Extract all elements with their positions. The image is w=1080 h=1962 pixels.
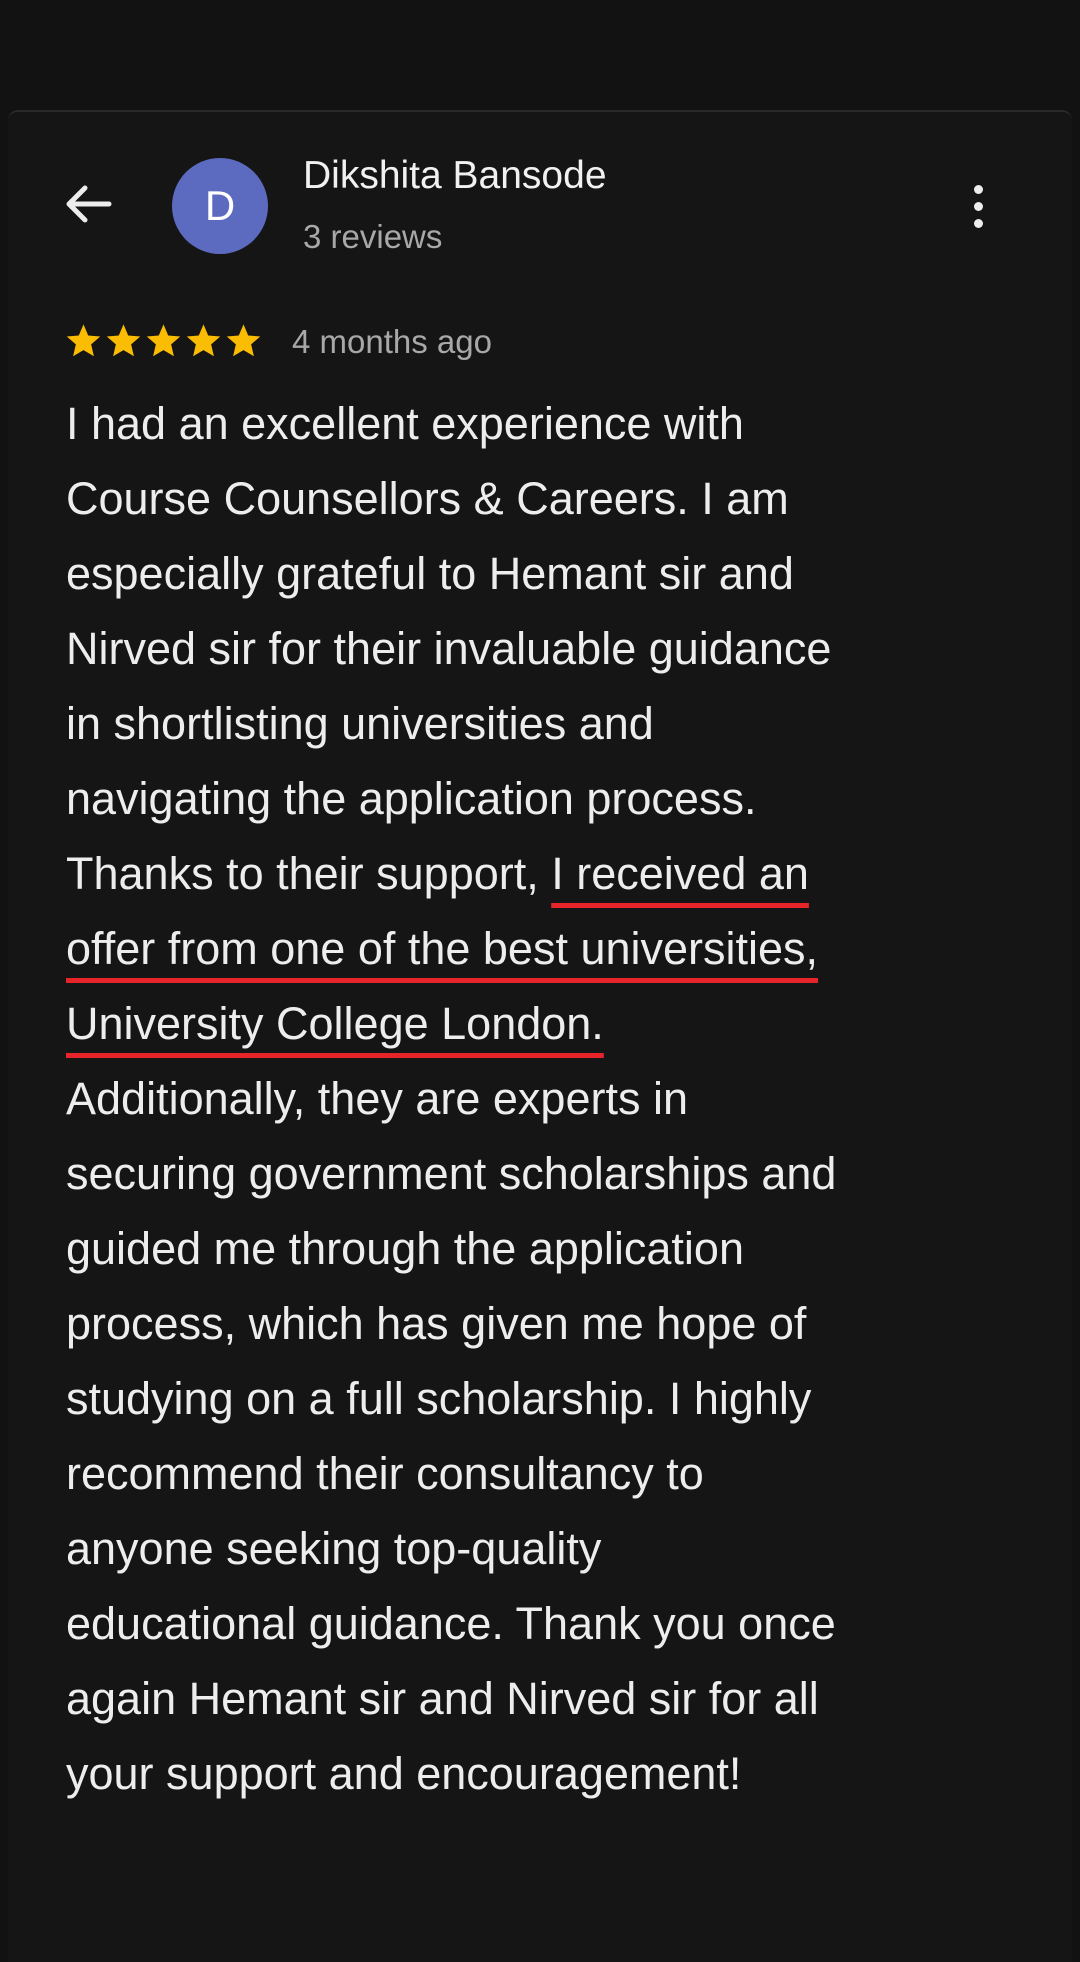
review-text-segment: Thanks to their support, — [66, 848, 552, 899]
review-line: process, which has given me hope of — [66, 1298, 807, 1349]
more-options-button[interactable] — [948, 176, 1008, 236]
review-line: your support and encouragement! — [66, 1748, 742, 1799]
review-line: educational guidance. Thank you once — [66, 1598, 836, 1649]
review-line: navigating the application process. — [66, 773, 757, 824]
review-line: recommend their consultancy to — [66, 1448, 704, 1499]
review-time: 4 months ago — [292, 323, 492, 360]
review-line: I had an excellent experience with — [66, 398, 744, 449]
review-line: guided me through the application — [66, 1223, 744, 1274]
review-text: I had an excellent experience with Cours… — [66, 386, 1026, 1811]
back-button[interactable] — [56, 172, 120, 236]
star-icon — [146, 324, 181, 357]
star-icon — [66, 324, 101, 357]
review-line: University College London. — [66, 986, 1026, 1061]
star-rating — [64, 320, 263, 364]
star-icon — [226, 324, 261, 357]
review-line: Course Counsellors & Careers. I am — [66, 473, 789, 524]
review-line: Additionally, they are experts in — [66, 1073, 689, 1124]
review-line: securing government scholarships and — [66, 1148, 837, 1199]
review-line: studying on a full scholarship. I highly — [66, 1373, 812, 1424]
highlighted-text: I received an — [551, 848, 809, 899]
review-count[interactable]: 3 reviews — [303, 218, 442, 256]
star-icon — [106, 324, 141, 357]
highlighted-text: University College London. — [66, 998, 604, 1049]
review-line: especially grateful to Hemant sir and — [66, 548, 794, 599]
review-line: in shortlisting universities and — [66, 698, 654, 749]
more-vert-icon-dot — [973, 218, 983, 228]
reviewer-name[interactable]: Dikshita Bansode — [303, 154, 607, 198]
review-line: anyone seeking top-quality — [66, 1523, 602, 1574]
star-icon — [186, 324, 221, 357]
review-line: again Hemant sir and Nirved sir for all — [66, 1673, 819, 1724]
more-vert-icon — [973, 184, 983, 194]
status-bar-area — [0, 0, 1080, 110]
review-line: Thanks to their support, I received an — [66, 836, 1026, 911]
avatar[interactable]: D — [172, 158, 268, 254]
more-vert-icon-dot — [973, 201, 983, 211]
review-line: offer from one of the best universities, — [66, 911, 1026, 986]
highlighted-text: offer from one of the best universities, — [66, 923, 819, 974]
review-line: Nirved sir for their invaluable guidance — [66, 623, 832, 674]
arrow-back-icon — [66, 185, 112, 223]
